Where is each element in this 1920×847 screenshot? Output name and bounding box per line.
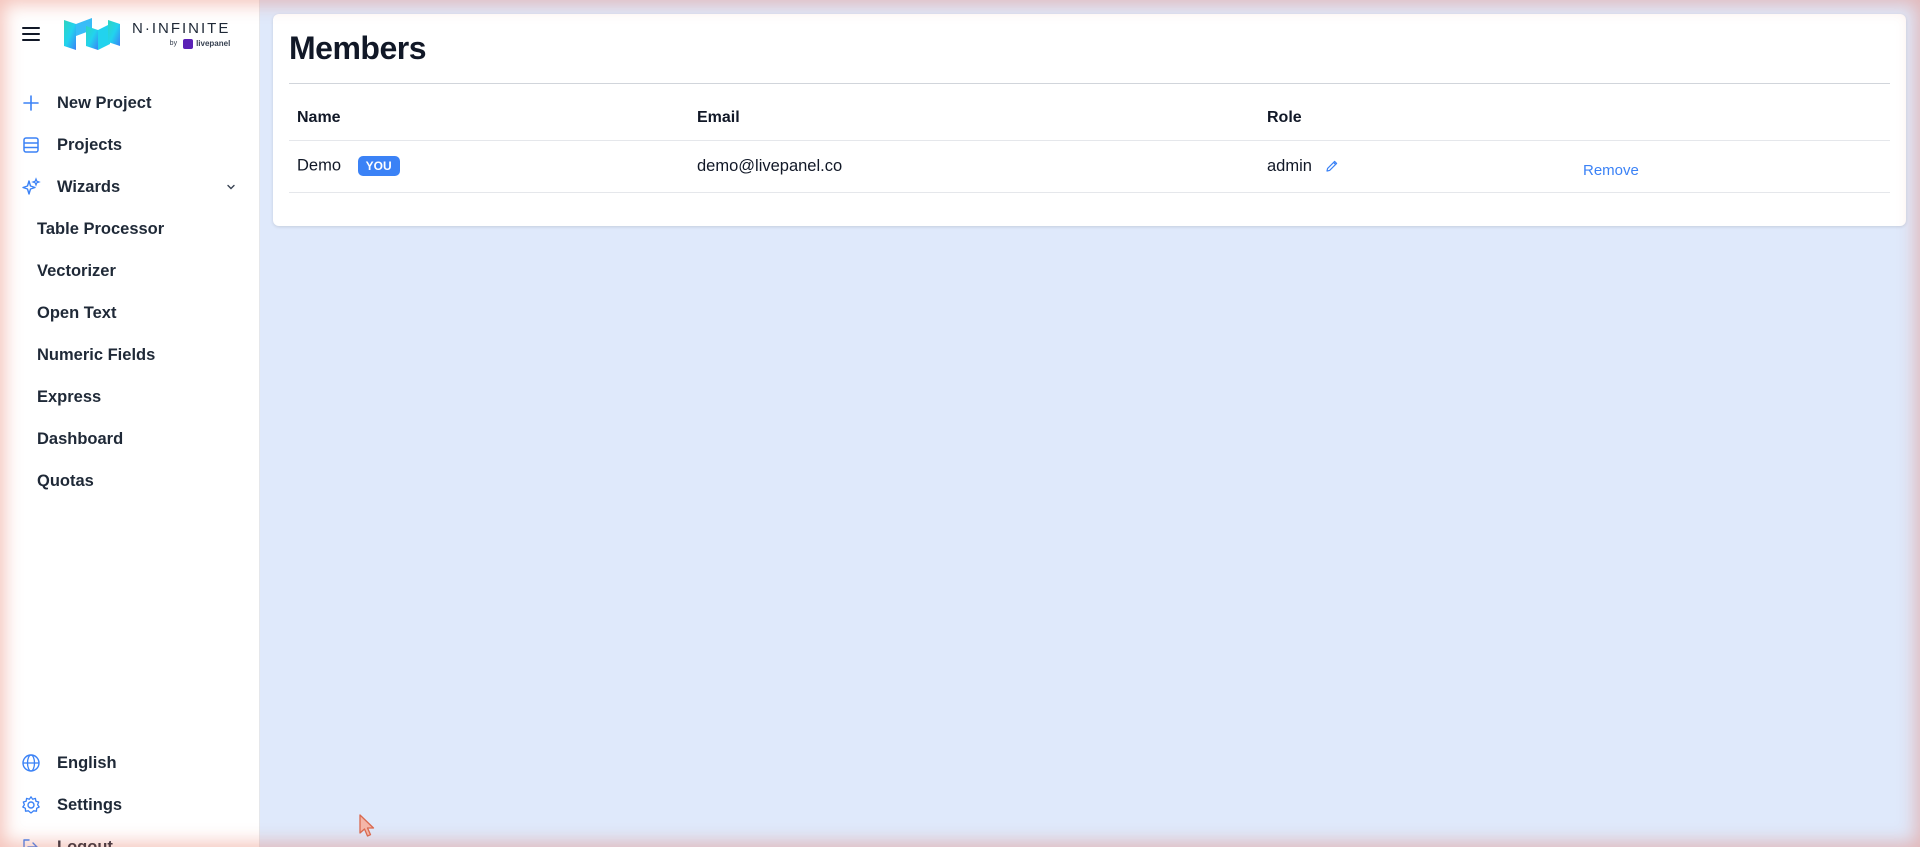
member-name: Demo	[297, 156, 342, 175]
wizard-item-dashboard[interactable]: Dashboard	[0, 418, 259, 460]
page-title: Members	[289, 14, 1890, 84]
sidebar-footer: English Settings Logout	[0, 742, 259, 847]
livepanel-logo-icon	[183, 38, 194, 49]
column-header-email: Email	[689, 96, 1259, 141]
sidebar-item-new-project[interactable]: New Project	[0, 82, 259, 124]
n-infinite-logo-mark	[64, 18, 120, 50]
brand-by-text: by	[169, 40, 178, 47]
member-name-cell: Demo YOU	[289, 140, 689, 193]
column-header-name: Name	[289, 96, 689, 141]
sidebar-item-label: Logout	[57, 837, 113, 847]
wizard-item-express[interactable]: Express	[0, 376, 259, 418]
wizard-item-quotas[interactable]: Quotas	[0, 460, 259, 502]
sidebar-item-label: Projects	[57, 135, 123, 154]
column-header-role: Role	[1259, 96, 1575, 141]
brand-byline: by livepanel	[169, 38, 231, 49]
table-header-row: Name Email Role	[289, 96, 1890, 141]
you-badge: YOU	[357, 156, 400, 176]
sidebar-item-projects[interactable]: Projects	[0, 124, 259, 166]
brand-logo[interactable]: N·INFINITE by livepanel	[62, 16, 230, 52]
members-card: Members Name Email Role Demo YOU demo@li…	[273, 14, 1906, 226]
sidebar-item-label: Wizards	[57, 177, 121, 196]
sidebar-item-logout[interactable]: Logout	[0, 826, 259, 847]
table-row: Demo YOU demo@livepanel.co admin Remove	[289, 140, 1890, 193]
mouse-cursor-icon	[359, 814, 375, 837]
globe-icon	[20, 752, 42, 774]
sidebar-item-label: English	[57, 753, 117, 772]
sidebar-nav: New Project Projects Wizards Table Proce…	[0, 68, 259, 502]
sidebar-item-language[interactable]: English	[0, 742, 259, 784]
member-email: demo@livepanel.co	[689, 140, 1259, 193]
logout-icon	[20, 836, 42, 847]
pencil-icon[interactable]	[1325, 159, 1339, 173]
wizard-item-numeric-fields[interactable]: Numeric Fields	[0, 334, 259, 376]
sidebar-item-label: Settings	[57, 795, 123, 814]
sidebar-header: N·INFINITE by livepanel	[0, 0, 259, 68]
brand-partner: livepanel	[196, 39, 231, 48]
column-header-actions	[1575, 96, 1890, 141]
sparkles-icon	[20, 176, 42, 198]
sidebar-item-wizards[interactable]: Wizards	[0, 166, 259, 208]
menu-toggle-icon[interactable]	[22, 27, 40, 41]
brand-name: N·INFINITE	[132, 19, 231, 37]
remove-member-button[interactable]: Remove	[1583, 162, 1639, 179]
wizard-item-vectorizer[interactable]: Vectorizer	[0, 250, 259, 292]
member-role-cell: admin	[1259, 140, 1575, 193]
gear-icon	[20, 794, 42, 816]
plus-icon	[20, 92, 42, 114]
chevron-down-icon[interactable]	[225, 181, 237, 193]
wizard-item-table-processor[interactable]: Table Processor	[0, 208, 259, 250]
members-table: Name Email Role Demo YOU demo@livepanel.…	[289, 96, 1890, 193]
sidebar: N·INFINITE by livepanel New Project Proj…	[0, 0, 260, 847]
wizard-item-open-text[interactable]: Open Text	[0, 292, 259, 334]
table-icon	[20, 134, 42, 156]
sidebar-item-label: New Project	[57, 93, 152, 112]
member-actions-cell: Remove	[1575, 140, 1890, 193]
sidebar-item-settings[interactable]: Settings	[0, 784, 259, 826]
member-role: admin	[1267, 156, 1312, 175]
